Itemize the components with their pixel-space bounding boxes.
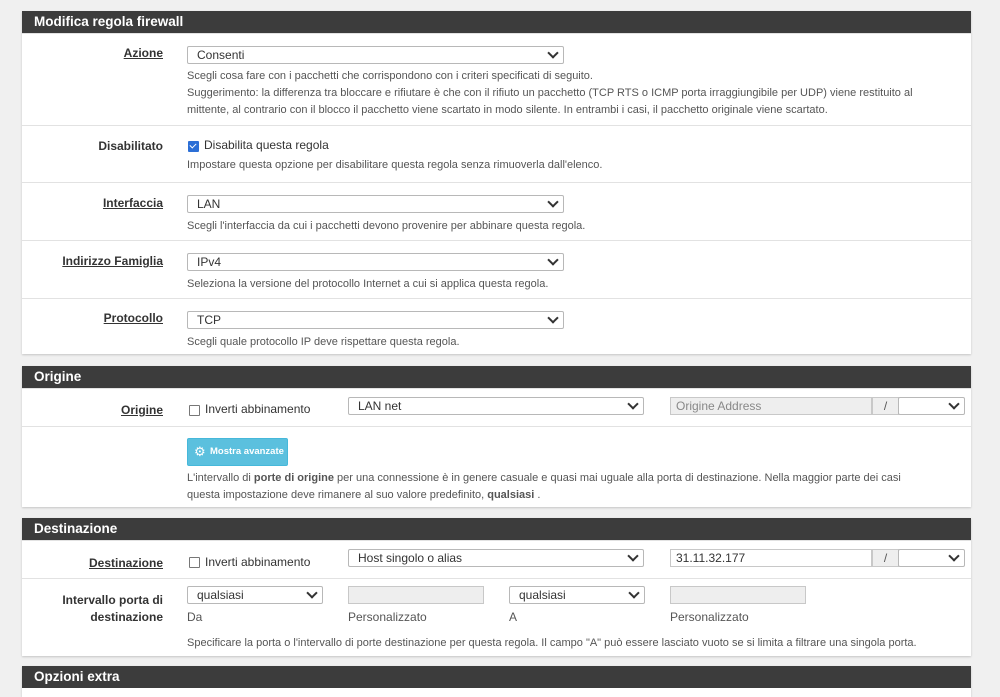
destination-panel: Destinazione Destinazione Inverti abbina… — [22, 518, 971, 656]
action-help-line-3: mittente, al contrario con il blocco il … — [187, 104, 828, 116]
disable-rule-checkbox[interactable] — [188, 141, 199, 152]
panel-heading-destination: Destinazione — [22, 518, 971, 540]
chevron-down-icon — [547, 312, 559, 324]
source-invert-label: Inverti abbinamento — [205, 402, 311, 416]
panel-heading-extra-options: Opzioni extra — [22, 666, 971, 688]
destination-port-to-label: A — [509, 610, 518, 624]
protocol-help: Scegli quale protocollo IP deve rispetta… — [187, 336, 460, 348]
destination-port-to-custom-label: Personalizzato — [670, 610, 749, 624]
extra-options-panel: Opzioni extra — [22, 666, 971, 697]
source-invert-checkbox[interactable] — [189, 405, 200, 416]
row-address-family: Indirizzo Famiglia IPv4 Seleziona la ver… — [22, 240, 971, 298]
edit-rule-panel: Modifica regola firewall Azione Consenti… — [22, 11, 971, 354]
destination-type-select[interactable]: Host singolo o alias — [348, 549, 644, 567]
address-family-label: Indirizzo Famiglia — [62, 254, 163, 268]
destination-port-from-custom-input[interactable] — [348, 586, 484, 604]
interface-help: Scegli l'interfaccia da cui i pacchetti … — [187, 220, 586, 232]
source-label: Origine — [120, 403, 163, 417]
destination-port-from-custom-label: Personalizzato — [348, 610, 427, 624]
address-family-select-value: IPv4 — [197, 255, 222, 269]
chevron-down-icon — [627, 398, 639, 410]
destination-address-input[interactable]: 31.11.32.177 — [670, 549, 872, 567]
protocol-select-value: TCP — [197, 313, 221, 327]
source-type-value: LAN net — [358, 399, 402, 413]
destination-port-to-custom-input[interactable] — [670, 586, 806, 604]
disabled-help: Impostare questa opzione per disabilitar… — [187, 159, 603, 171]
address-family-help: Seleziona la versione del protocollo Int… — [187, 278, 549, 290]
chevron-down-icon — [948, 398, 960, 410]
source-port-help-line-2: questa impostazione deve rimanere al suo… — [187, 487, 967, 504]
destination-invert-label: Inverti abbinamento — [205, 555, 311, 569]
show-advanced-button[interactable]: ⚙ Mostra avanzate — [187, 438, 288, 466]
source-port-help: L'intervallo di porte di origine per una… — [187, 470, 967, 504]
source-panel: Origine Origine Inverti abbinamento LAN … — [22, 366, 971, 507]
destination-port-help: Specificare la porta o l'intervallo di p… — [187, 637, 917, 649]
source-mask-separator: / — [872, 397, 899, 415]
destination-port-range-label: Intervallo porta di destinazione — [62, 592, 163, 626]
action-label: Azione — [123, 46, 163, 60]
destination-port-to-value: qualsiasi — [519, 588, 566, 602]
destination-port-range-label-line-2: destinazione — [90, 610, 163, 624]
interface-label: Interfaccia — [102, 196, 163, 210]
row-source: Origine Inverti abbinamento LAN net Orig… — [22, 388, 971, 426]
destination-type-value: Host singolo o alias — [358, 551, 463, 565]
action-select-value: Consenti — [197, 48, 245, 62]
destination-address-value: 31.11.32.177 — [676, 551, 746, 565]
help-bold-source-ports: porte di origine — [253, 472, 334, 484]
interface-select-value: LAN — [197, 197, 221, 211]
destination-label: Destinazione — [88, 556, 163, 570]
protocol-label: Protocollo — [103, 311, 163, 325]
chevron-down-icon — [547, 196, 559, 208]
chevron-down-icon — [306, 587, 318, 599]
help-text: questa impostazione deve rimanere al suo… — [187, 489, 488, 501]
source-address-placeholder: Origine Address — [676, 399, 762, 413]
chevron-down-icon — [547, 47, 559, 59]
row-action: Azione Consenti Scegli cosa fare con i p… — [22, 33, 971, 125]
destination-port-from-label: Da — [187, 610, 203, 624]
help-bold-any: qualsiasi — [487, 489, 535, 501]
chevron-down-icon — [627, 550, 639, 562]
row-destination: Destinazione Inverti abbinamento Host si… — [22, 540, 971, 578]
address-family-select[interactable]: IPv4 — [187, 253, 564, 271]
source-address-input[interactable]: Origine Address — [670, 397, 872, 415]
source-mask-select[interactable] — [898, 397, 965, 415]
action-help: Scegli cosa fare con i pacchetti che cor… — [187, 68, 967, 119]
chevron-down-icon — [547, 254, 559, 266]
panel-heading-source: Origine — [22, 366, 971, 388]
source-type-select[interactable]: LAN net — [348, 397, 644, 415]
row-disabled: Disabilitato Disabilita questa regola Im… — [22, 125, 971, 182]
source-port-help-line-1: L'intervallo di porte di origine per una… — [187, 470, 967, 487]
row-source-advanced: ⚙ Mostra avanzate L'intervallo di porte … — [22, 426, 971, 508]
help-text: . — [534, 489, 541, 501]
chevron-down-icon — [628, 587, 640, 599]
disable-rule-checkbox-label: Disabilita questa regola — [204, 138, 329, 152]
disabled-label: Disabilitato — [98, 139, 163, 153]
help-text: per una connessione è in genere casuale … — [333, 472, 901, 484]
row-destination-port-range: Intervallo porta di destinazione qualsia… — [22, 578, 971, 657]
panel-heading-edit-rule: Modifica regola firewall — [22, 11, 971, 33]
destination-port-to-select[interactable]: qualsiasi — [509, 586, 645, 604]
row-interface: Interfaccia LAN Scegli l'interfaccia da … — [22, 182, 971, 240]
gear-icon: ⚙ — [194, 444, 206, 459]
help-text: L'intervallo di — [187, 472, 254, 484]
interface-select[interactable]: LAN — [187, 195, 564, 213]
chevron-down-icon — [948, 550, 960, 562]
destination-mask-separator: / — [872, 549, 899, 567]
show-advanced-button-label: Mostra avanzate — [210, 446, 284, 457]
action-select[interactable]: Consenti — [187, 46, 564, 64]
destination-mask-select[interactable] — [898, 549, 965, 567]
row-protocol: Protocollo TCP Scegli quale protocollo I… — [22, 298, 971, 356]
action-help-line-2: Suggerimento: la differenza tra bloccare… — [187, 87, 913, 99]
protocol-select[interactable]: TCP — [187, 311, 564, 329]
destination-invert-checkbox[interactable] — [189, 557, 200, 568]
destination-port-from-select[interactable]: qualsiasi — [187, 586, 323, 604]
action-help-line-1: Scegli cosa fare con i pacchetti che cor… — [187, 70, 593, 82]
destination-port-from-value: qualsiasi — [197, 588, 244, 602]
destination-port-range-label-line-1: Intervallo porta di — [62, 593, 163, 607]
